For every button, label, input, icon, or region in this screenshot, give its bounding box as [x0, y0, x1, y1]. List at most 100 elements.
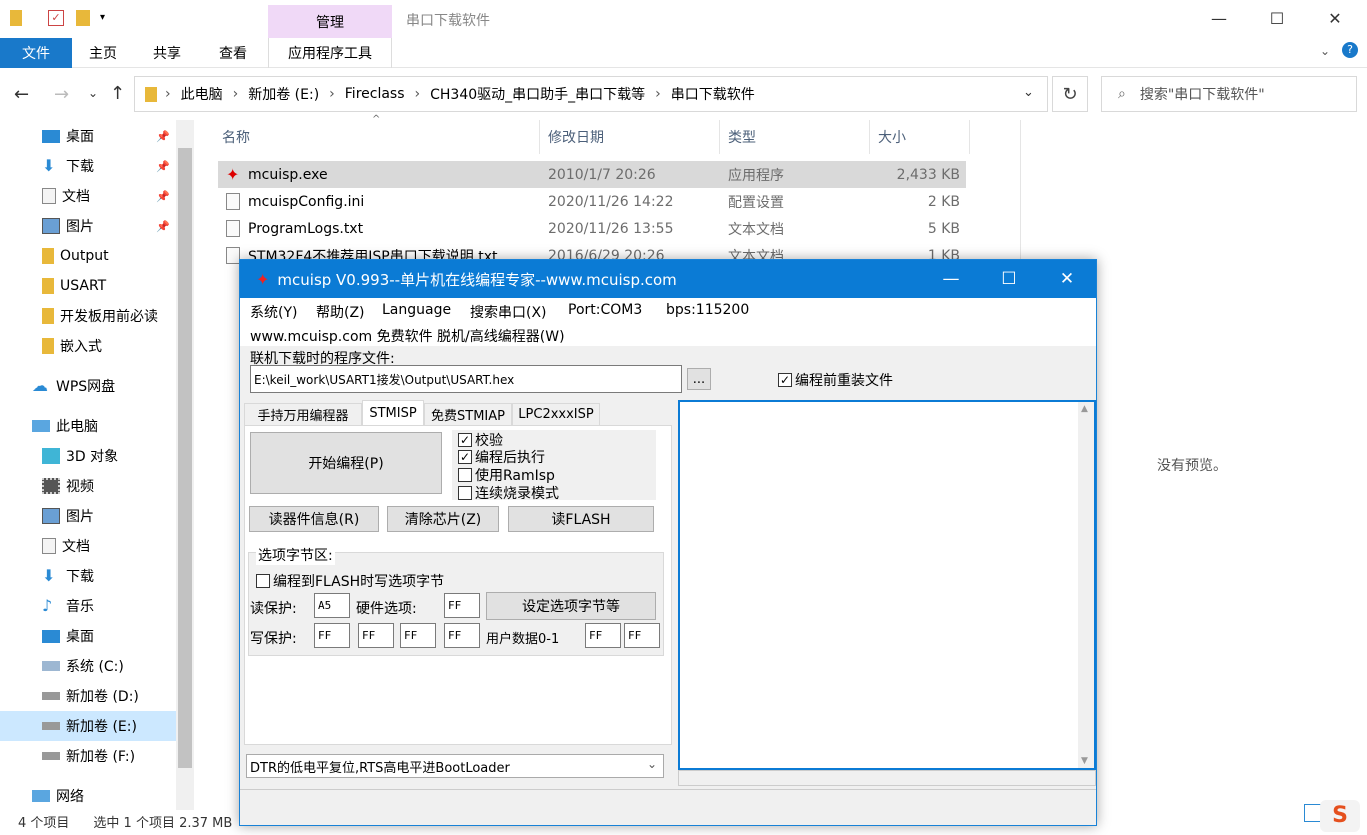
- recent-dropdown-icon[interactable]: ⌄: [88, 86, 98, 100]
- tab-view[interactable]: 查看: [210, 38, 256, 68]
- mcuisp-minimize-button[interactable]: —: [922, 260, 980, 298]
- address-bar[interactable]: › 此电脑 › 新加卷 (E:) › Fireclass › CH340驱动_串…: [134, 76, 1048, 112]
- reload-before-program-checkbox[interactable]: ✓ 编程前重装文件: [778, 370, 893, 390]
- minimize-button[interactable]: —: [1196, 0, 1242, 36]
- file-row[interactable]: mcuispConfig.ini 2020/11/26 14:22 配置设置 2…: [218, 188, 966, 215]
- write-protect-input[interactable]: FF: [314, 623, 350, 648]
- address-dropdown-icon[interactable]: ⌄: [1023, 85, 1034, 100]
- nav-item-wps[interactable]: ☁ WPS网盘: [0, 371, 176, 401]
- file-path-input[interactable]: E:\keil_work\USART1接发\Output\USART.hex: [250, 365, 682, 393]
- nav-item-readme-folder[interactable]: 开发板用前必读: [0, 301, 176, 331]
- nav-item-3d[interactable]: 3D 对象: [0, 441, 176, 471]
- help-icon[interactable]: ?: [1342, 42, 1358, 58]
- read-flash-button[interactable]: 读FLASH: [508, 506, 654, 532]
- search-input[interactable]: ⌕ 搜索"串口下载软件": [1101, 76, 1357, 112]
- mcuisp-maximize-button[interactable]: ☐: [980, 260, 1038, 298]
- breadcrumb-item[interactable]: 新加卷 (E:): [248, 84, 319, 104]
- write-protect-input[interactable]: FF: [358, 623, 394, 648]
- menu-port[interactable]: Port:COM3: [568, 302, 642, 318]
- breadcrumb-item[interactable]: Fireclass: [345, 86, 405, 102]
- scrollbar-thumb[interactable]: [178, 148, 192, 768]
- user-data-input[interactable]: FF: [624, 623, 660, 648]
- qat-dropdown-icon[interactable]: ▾: [100, 12, 105, 23]
- new-folder-icon[interactable]: [76, 10, 90, 26]
- tab-stmisp[interactable]: STMISP: [362, 400, 424, 425]
- tab-share[interactable]: 共享: [144, 38, 190, 68]
- menu-bps[interactable]: bps:115200: [666, 302, 749, 318]
- nav-item-videos[interactable]: 视频: [0, 471, 176, 501]
- tab-lpc2xxx[interactable]: LPC2xxxISP: [512, 403, 600, 425]
- ribbon-expand-icon[interactable]: ⌄: [1320, 44, 1330, 58]
- run-after-program-checkbox[interactable]: ✓ 编程后执行: [458, 447, 545, 467]
- up-icon[interactable]: ↑: [110, 83, 125, 104]
- nav-item-drive-d[interactable]: 新加卷 (D:): [0, 681, 176, 711]
- tab-app-tools[interactable]: 应用程序工具: [268, 38, 392, 68]
- properties-icon[interactable]: ✓: [48, 10, 64, 26]
- breadcrumb-item[interactable]: 此电脑: [181, 84, 223, 104]
- forward-icon[interactable]: →: [54, 84, 69, 105]
- log-hscrollbar[interactable]: [678, 770, 1096, 786]
- picture-icon: [42, 218, 60, 234]
- menu-help[interactable]: 帮助(Z): [316, 302, 365, 322]
- set-option-bytes-button[interactable]: 设定选项字节等: [486, 592, 656, 620]
- user-data-input[interactable]: FF: [585, 623, 621, 648]
- breadcrumb-item[interactable]: CH340驱动_串口助手_串口下载等: [430, 84, 645, 104]
- nav-item-desktop[interactable]: 桌面 📌: [0, 121, 176, 151]
- log-scrollbar[interactable]: ▲ ▼: [1078, 402, 1094, 768]
- nav-item-embedded[interactable]: 嵌入式: [0, 331, 176, 361]
- nav-item-drive-c[interactable]: 系统 (C:): [0, 651, 176, 681]
- boot-mode-select[interactable]: DTR的低电平复位,RTS高电平进BootLoader ⌄: [246, 754, 664, 778]
- nav-item-output[interactable]: Output: [0, 241, 176, 271]
- browse-button[interactable]: ...: [687, 368, 711, 390]
- hw-option-input[interactable]: FF: [444, 593, 480, 618]
- scroll-up-icon[interactable]: ▲: [1081, 404, 1088, 414]
- nav-item-music[interactable]: ♪ 音乐: [0, 591, 176, 621]
- nav-item-network[interactable]: 网络: [0, 781, 176, 811]
- nav-scrollbar[interactable]: [176, 120, 194, 810]
- nav-item-downloads-pc[interactable]: ⬇ 下载: [0, 561, 176, 591]
- maximize-button[interactable]: ☐: [1254, 0, 1300, 36]
- col-size[interactable]: 大小: [870, 120, 970, 154]
- nav-item-downloads[interactable]: ⬇ 下载 📌: [0, 151, 176, 181]
- nav-item-desktop-pc[interactable]: 桌面: [0, 621, 176, 651]
- nav-item-documents[interactable]: 文档 📌: [0, 181, 176, 211]
- nav-item-pictures-pc[interactable]: 图片: [0, 501, 176, 531]
- file-row[interactable]: ProgramLogs.txt 2020/11/26 13:55 文本文档 5 …: [218, 215, 966, 242]
- read-device-info-button[interactable]: 读器件信息(R): [249, 506, 379, 532]
- breadcrumb-item[interactable]: 串口下载软件: [671, 84, 755, 104]
- nav-item-pictures[interactable]: 图片 📌: [0, 211, 176, 241]
- menu-language[interactable]: Language: [382, 302, 451, 318]
- write-protect-input[interactable]: FF: [444, 623, 480, 648]
- menu-offline-programmer[interactable]: www.mcuisp.com 免费软件 脱机/高线编程器(W): [250, 326, 565, 346]
- refresh-icon[interactable]: ↻: [1052, 76, 1088, 112]
- col-date[interactable]: 修改日期: [540, 120, 720, 154]
- nav-item-this-pc[interactable]: 此电脑: [0, 411, 176, 441]
- tab-file[interactable]: 文件: [0, 38, 72, 68]
- nav-item-drive-f[interactable]: 新加卷 (F:): [0, 741, 176, 771]
- sogou-ime-icon[interactable]: S: [1320, 800, 1360, 832]
- col-type[interactable]: 类型: [720, 120, 870, 154]
- nav-item-drive-e[interactable]: 新加卷 (E:): [0, 711, 176, 741]
- nav-item-documents-pc[interactable]: 文档: [0, 531, 176, 561]
- col-name[interactable]: 名称: [214, 120, 540, 154]
- menu-search-port[interactable]: 搜索串口(X): [470, 302, 547, 322]
- start-program-button[interactable]: 开始编程(P): [250, 432, 442, 494]
- read-protect-input[interactable]: A5: [314, 593, 350, 618]
- tab-stmiap[interactable]: 免费STMIAP: [424, 403, 512, 425]
- tab-handheld[interactable]: 手持万用编程器: [244, 403, 362, 425]
- file-row[interactable]: ✦ mcuisp.exe 2010/1/7 20:26 应用程序 2,433 K…: [218, 161, 966, 188]
- scroll-down-icon[interactable]: ▼: [1081, 756, 1088, 766]
- mcuisp-close-button[interactable]: ✕: [1038, 260, 1096, 298]
- nav-item-usart[interactable]: USART: [0, 271, 176, 301]
- tab-home[interactable]: 主页: [80, 38, 126, 68]
- write-protect-input[interactable]: FF: [400, 623, 436, 648]
- close-button[interactable]: ✕: [1312, 0, 1358, 36]
- continuous-burn-checkbox[interactable]: 连续烧录模式: [458, 483, 559, 503]
- menu-system[interactable]: 系统(Y): [250, 302, 297, 322]
- erase-chip-button[interactable]: 清除芯片(Z): [387, 506, 499, 532]
- write-option-on-flash-checkbox[interactable]: 编程到FLASH时写选项字节: [256, 571, 444, 591]
- log-output[interactable]: ▲ ▼: [678, 400, 1096, 770]
- back-icon[interactable]: ←: [14, 84, 29, 105]
- use-ramisp-checkbox[interactable]: 使用RamIsp: [458, 465, 555, 485]
- context-tab-manage[interactable]: 管理: [268, 5, 392, 38]
